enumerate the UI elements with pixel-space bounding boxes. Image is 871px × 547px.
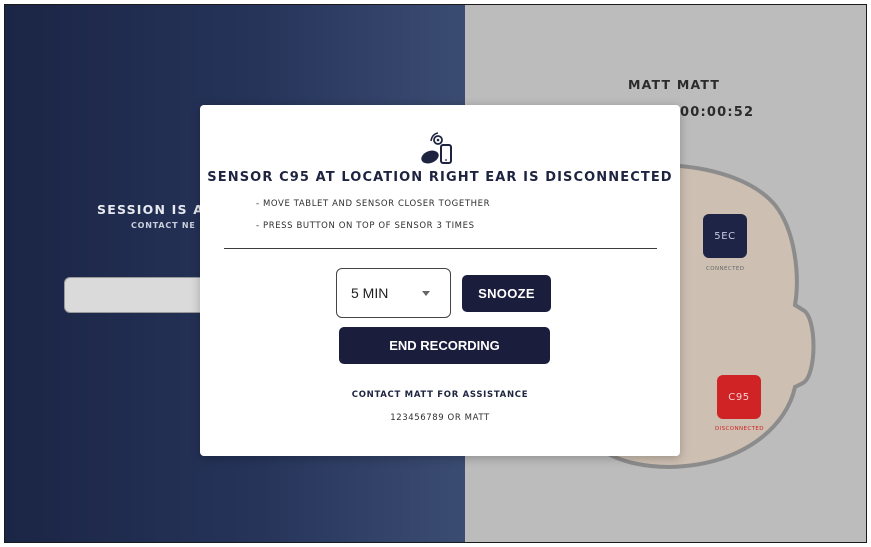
- snooze-duration-select[interactable]: 5 MIN: [336, 268, 451, 318]
- sensor-phone-icon: [421, 132, 452, 164]
- snooze-duration-value: 5 MIN: [351, 285, 389, 301]
- end-recording-button[interactable]: END RECORDING: [339, 327, 550, 364]
- disconnect-alert-dialog: SENSOR C95 AT LOCATION RIGHT EAR IS DISC…: [200, 105, 680, 456]
- sensor-status-c95: DISCONNECTED: [715, 426, 764, 432]
- divider: [224, 248, 657, 249]
- snooze-button[interactable]: SNOOZE: [462, 275, 551, 312]
- contact-info: 123456789 OR MATT: [390, 413, 490, 423]
- contact-title: CONTACT MATT FOR ASSISTANCE: [351, 390, 529, 400]
- session-contact-text: CONTACT NE: [131, 221, 196, 230]
- alert-title: SENSOR C95 AT LOCATION RIGHT EAR IS DISC…: [207, 170, 673, 185]
- instruction-item: - MOVE TABLET AND SENSOR CLOSER TOGETHER: [256, 199, 491, 209]
- session-timer: 00:00:52: [680, 105, 755, 120]
- sensor-status-5ec: CONNECTED: [706, 266, 745, 272]
- sensor-tile-5ec[interactable]: 5EC: [703, 214, 747, 258]
- session-status-text: SESSION IS AC: [97, 202, 215, 217]
- sensor-tile-c95[interactable]: C95: [717, 375, 761, 419]
- chevron-down-icon: [422, 290, 430, 296]
- instruction-item: - PRESS BUTTON ON TOP OF SENSOR 3 TIMES: [256, 221, 475, 231]
- patient-name: MATT MATT: [628, 77, 721, 92]
- app-window: SESSION IS AC CONTACT NE END MATT MATT 0…: [4, 4, 867, 543]
